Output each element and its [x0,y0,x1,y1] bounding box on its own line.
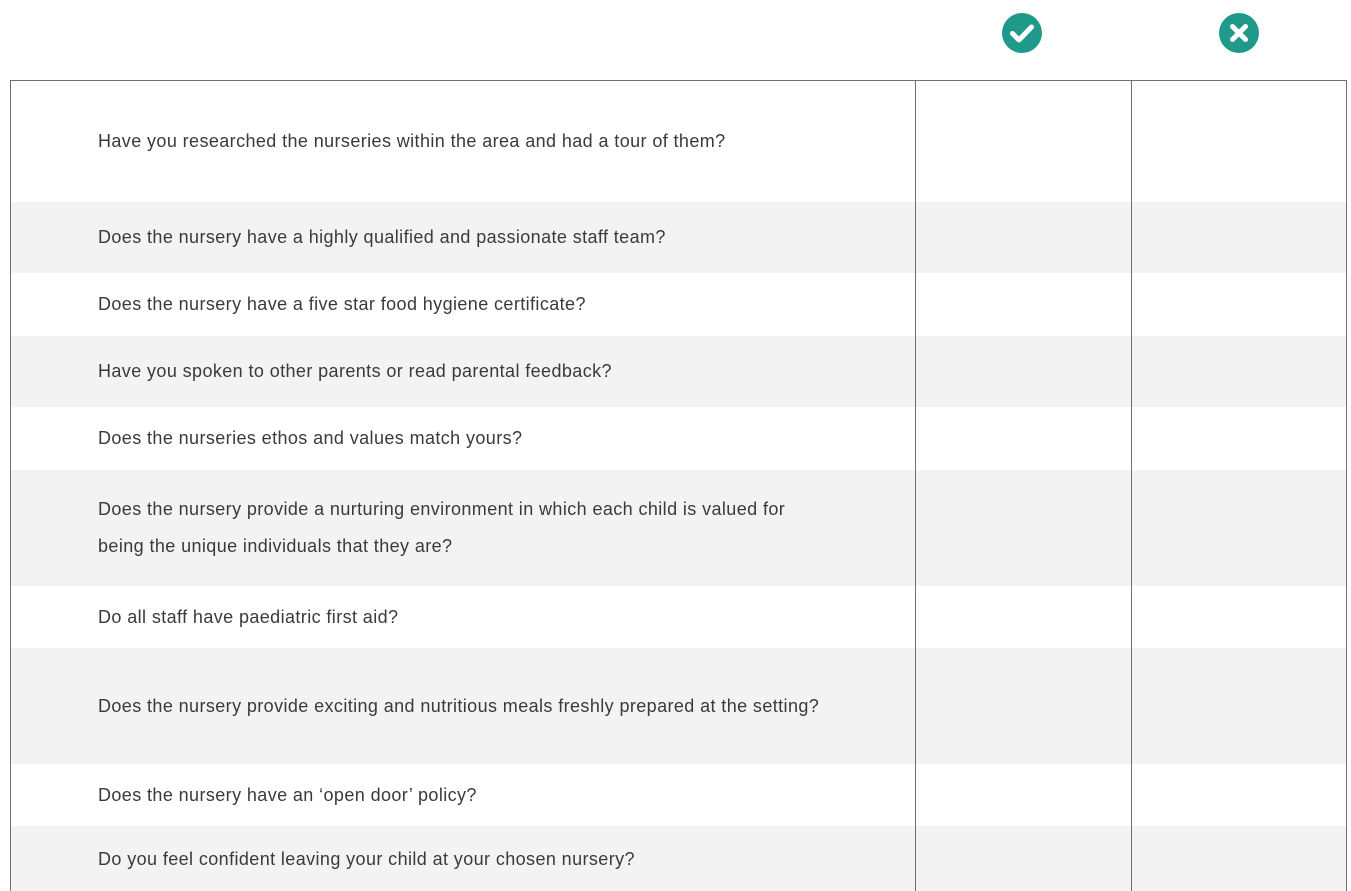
yes-checkbox-cell[interactable] [915,470,1131,586]
checklist-row: Does the nurseries ethos and values matc… [11,407,1346,470]
checklist-question: Does the nursery have an ‘open door’ pol… [11,764,915,826]
question-text: Does the nursery have a five star food h… [98,294,586,314]
checklist-question: Does the nursery provide a nurturing env… [11,470,915,586]
checklist-row: Have you spoken to other parents or read… [11,336,1346,407]
no-checkbox-cell[interactable] [1131,648,1346,764]
question-text: Have you spoken to other parents or read… [98,361,612,381]
checklist-question: Have you spoken to other parents or read… [11,336,915,407]
question-text: Does the nursery provide exciting and nu… [98,695,820,716]
no-checkbox-cell[interactable] [1131,826,1346,891]
checklist-question: Does the nursery have a highly qualified… [11,202,915,273]
checklist-row: Does the nursery have a highly qualified… [11,202,1346,273]
yes-checkbox-cell[interactable] [915,336,1131,407]
question-text: Have you researched the nurseries within… [98,131,726,151]
no-checkbox-cell[interactable] [1131,273,1346,336]
cross-mark-icon [1219,13,1259,53]
no-checkbox-cell[interactable] [1131,81,1346,202]
checklist-question: Does the nursery have a five star food h… [11,273,915,336]
no-checkbox-cell[interactable] [1131,202,1346,273]
checklist-row: Do all staff have paediatric first aid? [11,586,1346,648]
check-mark-icon [1002,13,1042,53]
yes-checkbox-cell[interactable] [915,586,1131,648]
yes-checkbox-cell[interactable] [915,648,1131,764]
no-checkbox-cell[interactable] [1131,470,1346,586]
checklist-row: Have you researched the nurseries within… [11,81,1346,202]
no-checkbox-cell[interactable] [1131,336,1346,407]
no-checkbox-cell[interactable] [1131,407,1346,470]
question-text: Does the nurseries ethos and values matc… [98,428,523,448]
checklist-question: Have you researched the nurseries within… [11,81,915,202]
checklist-row: Does the nursery have a five star food h… [11,273,1346,336]
checklist-question: Do you feel confident leaving your child… [11,826,915,891]
question-text: Does the nursery have an ‘open door’ pol… [98,784,477,805]
yes-checkbox-cell[interactable] [915,826,1131,891]
question-text: Does the nursery provide a nurturing env… [98,499,786,556]
question-text: Do you feel confident leaving your child… [98,848,635,869]
check-circle-icon [1002,13,1042,53]
yes-checkbox-cell[interactable] [915,81,1131,202]
nursery-checklist-table: Have you researched the nurseries within… [10,80,1347,891]
checklist-question: Does the nurseries ethos and values matc… [11,407,915,470]
checklist-row: Do you feel confident leaving your child… [11,826,1346,891]
yes-checkbox-cell[interactable] [915,273,1131,336]
checklist-question: Does the nursery provide exciting and nu… [11,648,915,764]
yes-checkbox-cell[interactable] [915,764,1131,826]
question-text: Does the nursery have a highly qualified… [98,227,666,247]
no-checkbox-cell[interactable] [1131,586,1346,648]
checklist-row: Does the nursery provide a nurturing env… [11,470,1346,586]
checklist-row: Does the nursery have an ‘open door’ pol… [11,764,1346,826]
yes-checkbox-cell[interactable] [915,407,1131,470]
no-checkbox-cell[interactable] [1131,764,1346,826]
cross-circle-icon [1219,13,1259,53]
question-text: Do all staff have paediatric first aid? [98,606,399,627]
column-header-icons [0,0,1351,80]
checklist-row: Does the nursery provide exciting and nu… [11,648,1346,764]
checklist-question: Do all staff have paediatric first aid? [11,586,915,648]
yes-checkbox-cell[interactable] [915,202,1131,273]
